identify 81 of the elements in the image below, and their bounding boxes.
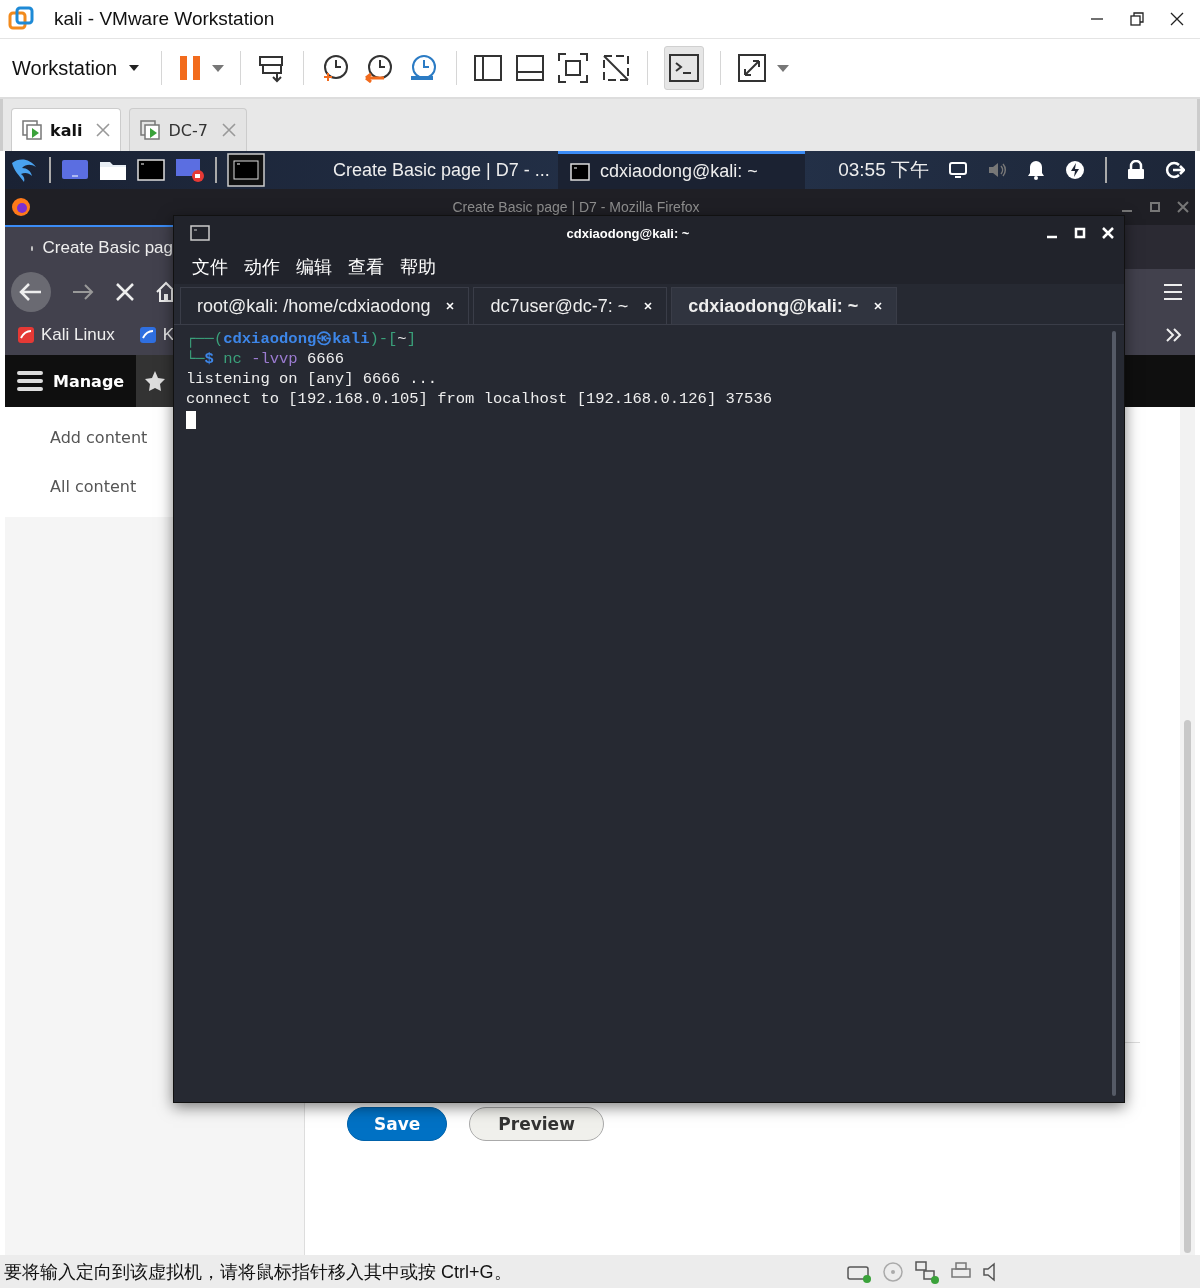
terminal-tab[interactable]: dc7user@dc-7: ~ [473, 287, 668, 324]
taskbar-button[interactable]: cdxiaodong@kali: ~ [558, 151, 805, 189]
terminal-tab[interactable]: root@kali: /home/cdxiaodong [180, 287, 470, 324]
menu-item[interactable]: 查看 [348, 255, 384, 279]
tab-label: DC-7 [168, 120, 208, 140]
volume-icon[interactable] [987, 161, 1007, 179]
bookmark-icon [17, 326, 35, 344]
terminal-icon [669, 54, 700, 82]
fullscreen-icon[interactable] [557, 52, 590, 84]
tab-label: kali [50, 120, 83, 140]
caret-icon[interactable] [212, 64, 225, 72]
terminal-icon [190, 225, 210, 241]
menu-item[interactable]: 帮助 [400, 255, 436, 279]
firefox-icon [11, 197, 31, 217]
bookmark-link[interactable]: K [138, 325, 175, 345]
bookmark-icon [138, 326, 157, 344]
browser-tab[interactable]: Create Basic pag [5, 225, 173, 269]
sidebar-icon[interactable] [473, 53, 504, 83]
shortcuts-tab[interactable] [136, 355, 175, 407]
terminal-tab[interactable]: cdxiaodong@kali: ~ [671, 287, 898, 324]
terminal-icon[interactable] [137, 158, 165, 182]
back-icon[interactable] [11, 272, 51, 312]
stop-icon[interactable] [115, 282, 135, 302]
sidebar-link[interactable]: All content [5, 462, 165, 511]
restore-icon[interactable] [1130, 12, 1144, 26]
app-logo-icon [8, 6, 34, 32]
cd-icon [882, 1260, 904, 1283]
speaker-icon [982, 1261, 996, 1282]
thumbnail-bar-icon[interactable] [515, 53, 546, 83]
close-icon[interactable] [1170, 12, 1184, 26]
desktop-icon[interactable] [61, 158, 89, 182]
close-icon [644, 302, 653, 310]
star-icon [144, 370, 167, 392]
scrollbar[interactable] [1112, 331, 1116, 1096]
workstation-menu[interactable]: Workstation [6, 52, 146, 84]
menu-item[interactable]: 编辑 [296, 255, 332, 279]
display-icon[interactable] [949, 162, 967, 178]
network-icon [914, 1259, 940, 1284]
power-icon[interactable] [1065, 160, 1085, 180]
vm-tab[interactable]: kali [11, 108, 122, 151]
terminal-line: connect to [192.168.0.105] from localhost [192.168.0.126] 37536 [186, 389, 773, 409]
terminal-icon [570, 162, 590, 181]
scrollbar-thumb[interactable] [1184, 720, 1191, 1253]
vm-icon [140, 120, 161, 140]
manage-menu[interactable]: Manage [5, 355, 137, 407]
caret-icon[interactable] [777, 64, 790, 72]
save-button[interactable]: Save [347, 1107, 448, 1141]
clock: 03:55 下午 [838, 158, 929, 182]
screen-recorder-icon[interactable] [175, 157, 205, 183]
lock-icon[interactable] [1127, 160, 1145, 180]
sidebar-link[interactable]: Add content [5, 413, 165, 462]
terminal-icon[interactable] [227, 153, 265, 187]
close-icon [446, 302, 455, 310]
vm-icon [22, 120, 42, 140]
status-message: 要将输入定向到该虚拟机，请将鼠标指针移入其中或按 Ctrl+G。 [4, 1260, 512, 1284]
vm-tab[interactable]: DC-7 [129, 108, 247, 151]
terminal-line: ┌──(cdxiaodong㉿kali)-[~] [186, 329, 417, 349]
terminal-line: └─$ nc -lvvp 6666 [186, 349, 346, 369]
window-title: cdxiaodong@kali: ~ [565, 225, 691, 241]
taskbar-button[interactable]: Create Basic page | D7 - ... [311, 151, 558, 189]
menu-icon [17, 370, 43, 392]
caret-icon [129, 65, 140, 71]
stretch-icon[interactable] [737, 53, 768, 83]
window-title: Create Basic page | D7 - Mozilla Firefox [451, 199, 701, 215]
bookmark-link[interactable]: Kali Linux [17, 325, 115, 345]
text-cursor [186, 411, 196, 429]
terminal-line: listening on [any] 6666 ... [186, 369, 439, 389]
forward-icon[interactable] [71, 282, 95, 302]
console-button[interactable] [664, 46, 705, 90]
pause-icon[interactable] [178, 54, 203, 82]
more-bookmarks-icon[interactable] [1165, 327, 1183, 343]
menu-item[interactable]: 动作 [244, 255, 280, 279]
scrollbar[interactable] [1180, 407, 1195, 1255]
close-icon [874, 302, 883, 310]
preview-button[interactable]: Preview [469, 1107, 604, 1141]
menu-icon[interactable] [1163, 283, 1183, 301]
menu-item[interactable]: 文件 [192, 255, 228, 279]
bell-icon[interactable] [1027, 160, 1045, 180]
logout-icon[interactable] [1165, 160, 1185, 180]
window-title: kali - VMware Workstation [54, 8, 276, 30]
unity-icon[interactable] [601, 53, 632, 83]
